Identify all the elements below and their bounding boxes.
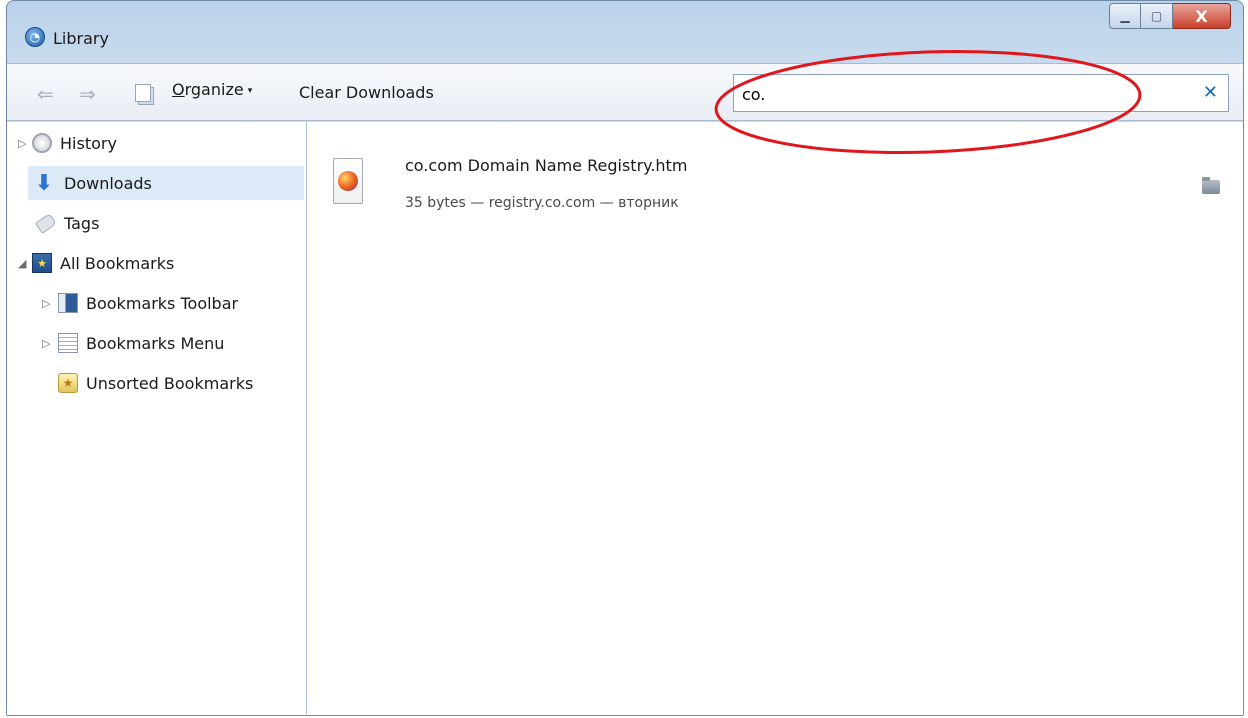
sidebar-item-tags[interactable]: Tags — [8, 206, 305, 240]
sidebar-item-label: Unsorted Bookmarks — [86, 373, 254, 393]
bookmarks-menu-icon — [58, 333, 78, 353]
clear-search-icon[interactable]: ✕ — [1203, 82, 1218, 103]
content-area: ▷ History ⬇ Downloads Tags ◢ ★ All Bookm… — [7, 122, 1243, 715]
clear-downloads-button[interactable]: Clear Downloads — [299, 83, 434, 102]
window-title: Library — [53, 29, 109, 48]
maximize-icon: ▢ — [1150, 9, 1163, 23]
sidebar-item-bookmarks-menu[interactable]: ▷ Bookmarks Menu — [8, 326, 305, 360]
organize-label: rganize — [184, 80, 244, 99]
search-input[interactable] — [742, 81, 1182, 107]
organize-button[interactable]: Organize ▾ — [172, 80, 252, 99]
organize-icon[interactable] — [135, 84, 151, 102]
chevron-down-icon: ▾ — [247, 85, 253, 96]
bookmarks-toolbar-icon — [58, 293, 78, 313]
sidebar-item-label: Downloads — [64, 173, 152, 193]
sidebar-item-label: Tags — [64, 213, 100, 233]
back-arrow-icon[interactable]: ⇐ — [37, 82, 54, 106]
firefox-logo-icon — [338, 171, 358, 191]
expand-icon[interactable]: ▷ — [18, 137, 30, 150]
firefox-library-icon: ◔ — [25, 27, 45, 47]
close-button[interactable]: X — [1173, 3, 1231, 29]
sidebar-item-label: Bookmarks Menu — [86, 333, 225, 353]
sidebar[interactable]: ▷ History ⬇ Downloads Tags ◢ ★ All Bookm… — [8, 122, 307, 714]
minimize-button[interactable]: ▁ — [1109, 3, 1141, 29]
sidebar-item-unsorted-bookmarks[interactable]: ★ Unsorted Bookmarks — [8, 366, 305, 400]
title-bar[interactable]: ◔ Library ▁ ▢ X — [7, 1, 1243, 61]
sidebar-item-downloads[interactable]: ⬇ Downloads — [28, 166, 304, 200]
all-bookmarks-icon: ★ — [32, 253, 52, 273]
sidebar-item-history[interactable]: ▷ History — [8, 126, 305, 160]
sidebar-item-label: History — [60, 133, 117, 153]
history-clock-icon — [32, 133, 52, 153]
window-controls: ▁ ▢ X — [1109, 3, 1231, 29]
collapse-icon[interactable]: ◢ — [18, 257, 30, 270]
tag-icon — [34, 212, 58, 234]
organize-access-key: O — [172, 80, 185, 99]
search-box[interactable]: ✕ — [733, 74, 1229, 112]
minimize-icon: ▁ — [1120, 9, 1130, 23]
sidebar-item-all-bookmarks[interactable]: ◢ ★ All Bookmarks — [8, 246, 305, 280]
download-arrow-icon: ⬇ — [34, 170, 54, 196]
download-file-name: co.com Domain Name Registry.htm — [405, 156, 688, 175]
maximize-button[interactable]: ▢ — [1141, 3, 1173, 29]
downloads-list[interactable]: co.com Domain Name Registry.htm 35 bytes… — [307, 122, 1242, 714]
expand-icon[interactable]: ▷ — [42, 297, 54, 310]
sidebar-item-label: Bookmarks Toolbar — [86, 293, 239, 313]
sidebar-item-bookmarks-toolbar[interactable]: ▷ Bookmarks Toolbar — [8, 286, 305, 320]
close-icon: X — [1195, 6, 1208, 26]
expand-icon[interactable]: ▷ — [42, 337, 54, 350]
sidebar-item-label: All Bookmarks — [60, 253, 175, 273]
open-folder-icon[interactable] — [1202, 177, 1220, 194]
unsorted-bookmarks-icon: ★ — [58, 373, 78, 393]
toolbar: ⇐ ⇒ Organize▾ Clear Downloads ✕ — [7, 63, 1243, 121]
forward-arrow-icon[interactable]: ⇒ — [79, 82, 96, 106]
firefox-htm-file-icon — [333, 158, 363, 204]
download-details: 35 bytes — registry.co.com — вторник — [405, 195, 679, 211]
library-window: ◔ Library ▁ ▢ X ⇐ ⇒ Organize ▾ Clear Down… — [6, 0, 1244, 716]
